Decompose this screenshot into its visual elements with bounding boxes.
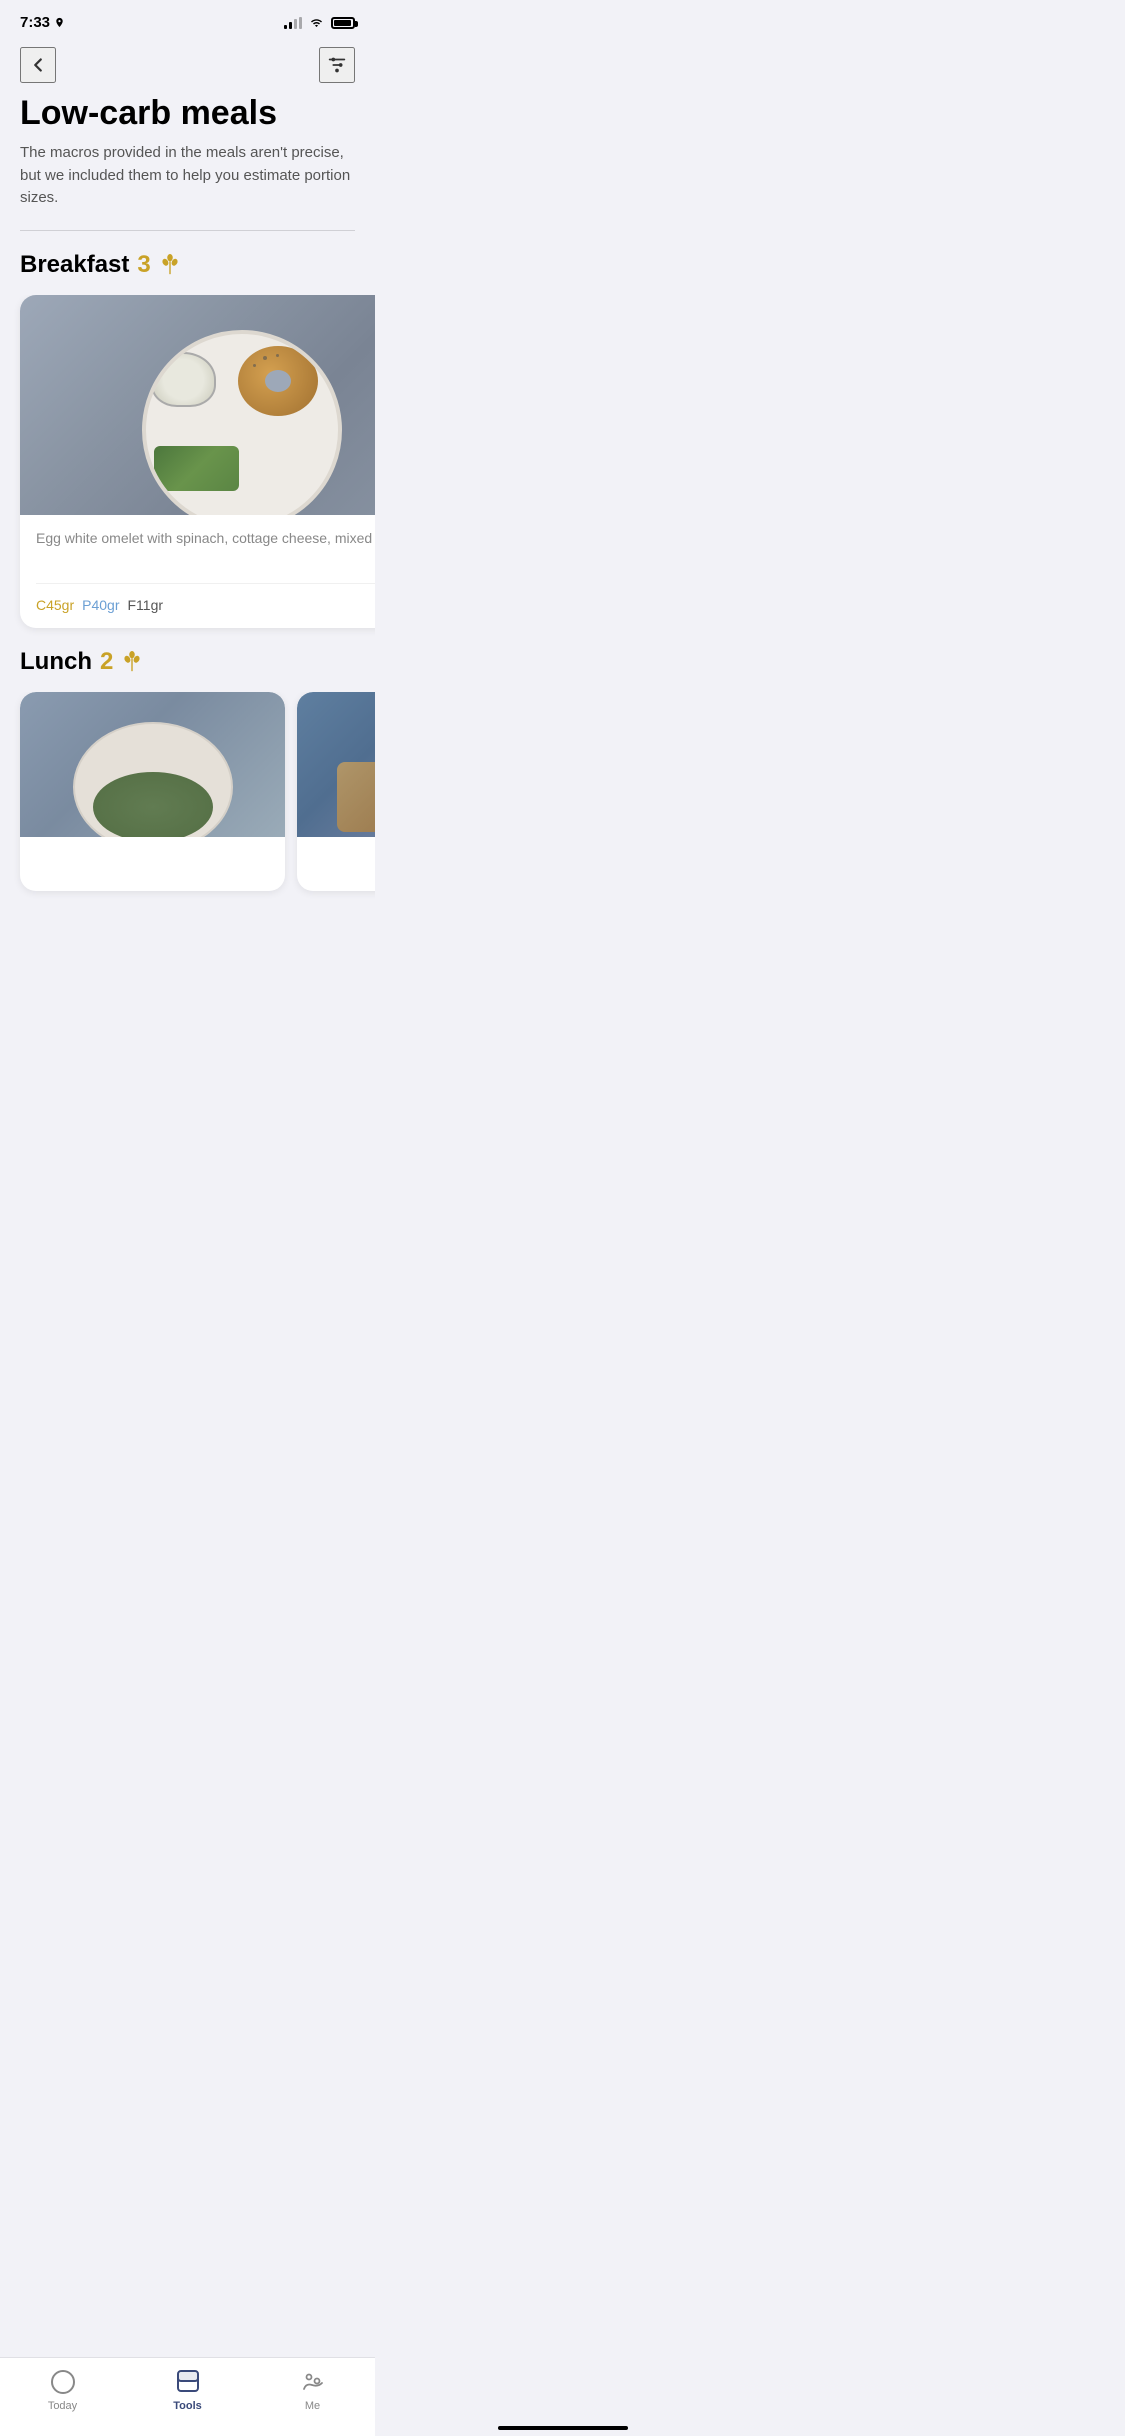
fat-macro: F11gr <box>128 597 164 613</box>
lunch-cards-scroll[interactable] <box>0 692 375 907</box>
breakfast-count: 3 <box>137 251 150 279</box>
lunch-card-2-content <box>297 837 375 877</box>
lunch-grain-icon <box>121 651 143 673</box>
signal-bars-icon <box>284 17 302 29</box>
me-tab-label: Me <box>305 2400 320 2412</box>
nav-bar <box>0 39 375 95</box>
main-content: Low-carb meals The macros provided in th… <box>0 95 375 997</box>
status-time: 7:33 <box>20 14 65 31</box>
lunch-title: Lunch <box>20 648 92 676</box>
lunch-count: 2 <box>100 648 113 676</box>
carbs-macro: C45gr <box>36 597 74 613</box>
today-tab-label: Today <box>48 2400 77 2412</box>
back-button[interactable] <box>20 47 56 83</box>
breakfast-card-1-macros: C45gr P40gr F11gr → <box>36 583 375 614</box>
breakfast-card-1-content: Egg white omelet with spinach, cottage c… <box>20 515 375 628</box>
filter-button[interactable] <box>319 47 355 83</box>
tools-icon <box>174 2368 202 2396</box>
breakfast-title: Breakfast <box>20 251 129 279</box>
home-indicator <box>498 2426 628 2430</box>
tab-tools[interactable]: Tools <box>148 2368 228 2412</box>
page-description: The macros provided in the meals aren't … <box>20 142 355 210</box>
breakfast-section-header: Breakfast 3 <box>20 251 355 279</box>
breakfast-card-1-image <box>20 295 375 515</box>
lunch-section: Lunch 2 <box>20 648 355 907</box>
breakfast-card-1-description: Egg white omelet with spinach, cottage c… <box>36 529 375 569</box>
status-bar: 7:33 <box>0 0 375 39</box>
lunch-card-1-content <box>20 837 285 891</box>
lunch-card-2[interactable] <box>297 692 375 891</box>
today-icon <box>49 2368 77 2396</box>
location-icon <box>54 17 65 28</box>
tab-today[interactable]: Today <box>23 2368 103 2412</box>
lunch-card-1-description <box>36 847 269 867</box>
status-icons <box>284 17 355 29</box>
filter-icon <box>326 54 348 76</box>
wifi-icon <box>308 17 325 29</box>
breakfast-cards-scroll[interactable]: Egg white omelet with spinach, cottage c… <box>0 295 375 644</box>
page-title: Low-carb meals <box>20 95 355 132</box>
breakfast-card-1[interactable]: Egg white omelet with spinach, cottage c… <box>20 295 375 628</box>
lunch-card-1[interactable] <box>20 692 285 891</box>
tab-bar: Today Tools Me <box>0 2357 375 2436</box>
breakfast-grain-icon <box>159 254 181 276</box>
section-divider <box>20 230 355 231</box>
lunch-section-header: Lunch 2 <box>20 648 355 676</box>
me-icon <box>299 2368 327 2396</box>
protein-macro: P40gr <box>82 597 119 613</box>
tab-me[interactable]: Me <box>273 2368 353 2412</box>
battery-icon <box>331 17 355 29</box>
tools-tab-label: Tools <box>173 2400 202 2412</box>
